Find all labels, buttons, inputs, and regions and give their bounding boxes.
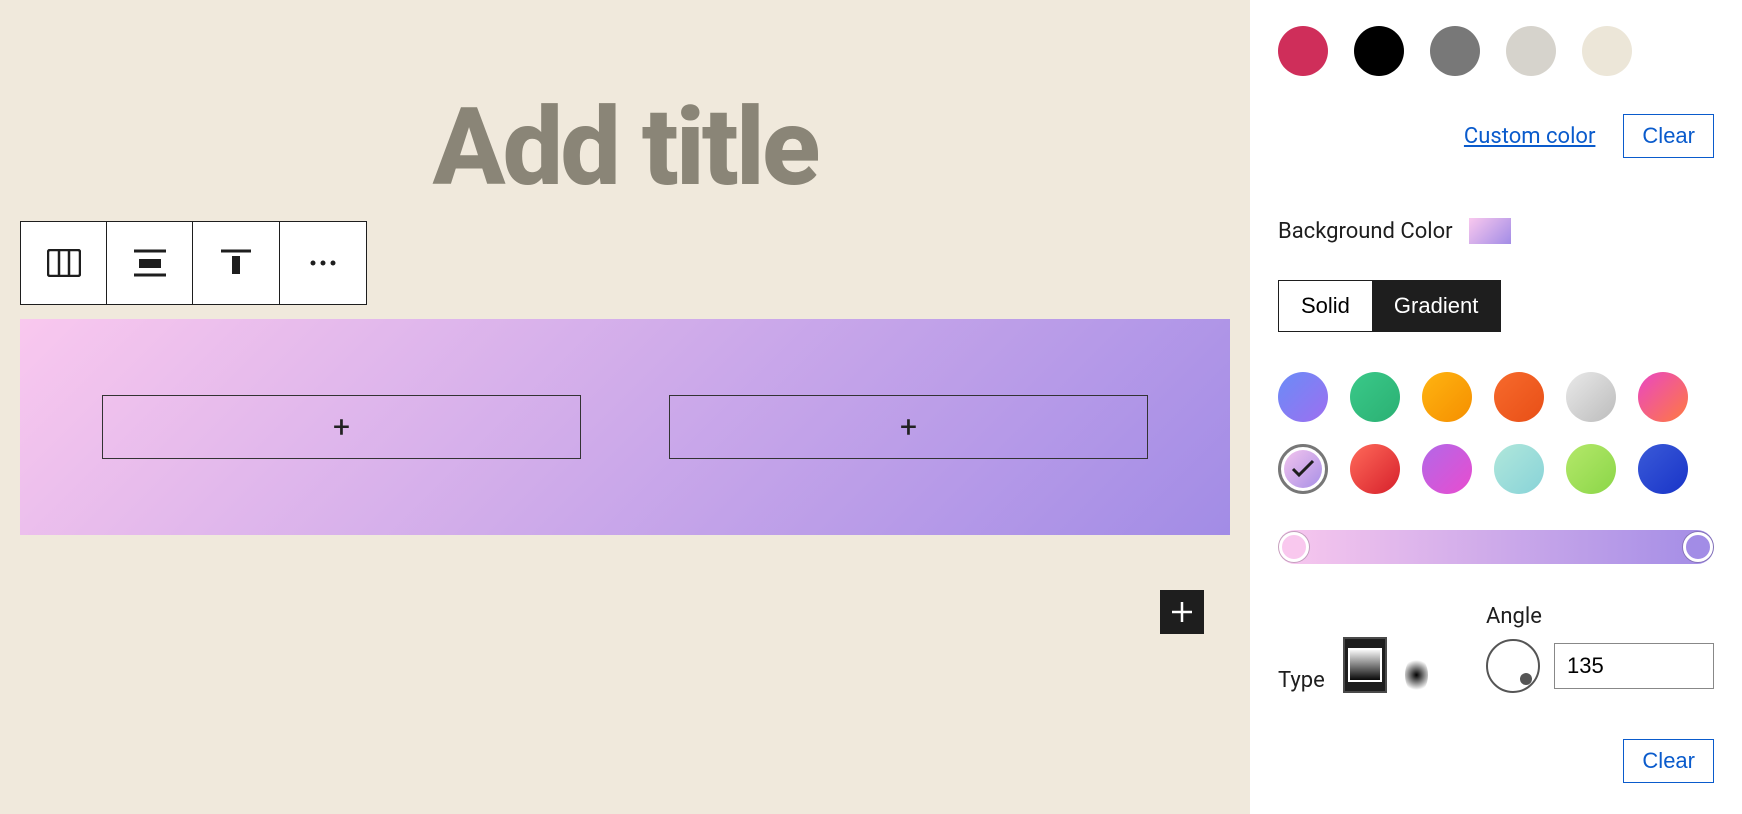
gradient-type-radial-button[interactable]: [1405, 657, 1428, 693]
angle-input[interactable]: [1554, 643, 1714, 689]
gradient-angle-label: Angle: [1486, 604, 1714, 629]
text-color-swatches: [1278, 26, 1714, 76]
toolbar-vertical-align-button[interactable]: [192, 221, 280, 305]
more-icon: [310, 260, 336, 266]
gradient-preset-green[interactable]: [1350, 372, 1400, 422]
gradient-preset-blue[interactable]: [1638, 444, 1688, 494]
toolbar-more-button[interactable]: [279, 221, 367, 305]
gradient-preset-violet-magenta[interactable]: [1422, 444, 1472, 494]
gradient-stop-start[interactable]: [1279, 532, 1309, 562]
gradient-preset-orange[interactable]: [1422, 372, 1472, 422]
columns-block[interactable]: + +: [20, 319, 1230, 535]
text-swatch-vivid-red[interactable]: [1278, 26, 1328, 76]
segment-gradient[interactable]: Gradient: [1372, 281, 1500, 331]
gradient-stop-end[interactable]: [1683, 532, 1713, 562]
align-center-icon: [134, 248, 166, 278]
gradient-preset-silver[interactable]: [1566, 372, 1616, 422]
gradient-preset-teal-mint[interactable]: [1494, 444, 1544, 494]
gradient-preset-red-orange[interactable]: [1494, 372, 1544, 422]
gradient-preset-pink-purple-selected[interactable]: [1278, 444, 1328, 494]
gradient-type-label: Type: [1278, 668, 1325, 693]
toolbar-columns-button[interactable]: [20, 221, 108, 305]
gradient-preset-lime[interactable]: [1566, 444, 1616, 494]
background-color-label: Background Color: [1278, 219, 1453, 244]
angle-dial-indicator: [1520, 673, 1532, 685]
color-mode-segmented-control: Solid Gradient: [1278, 280, 1501, 332]
column-placeholder-2[interactable]: +: [669, 395, 1148, 459]
text-swatch-off-white[interactable]: [1582, 26, 1632, 76]
align-top-icon: [221, 248, 251, 278]
linear-gradient-icon: [1345, 645, 1385, 685]
gradient-preset-magenta-orange[interactable]: [1638, 372, 1688, 422]
gradient-type-linear-button[interactable]: [1343, 637, 1387, 693]
text-swatch-light-gray[interactable]: [1506, 26, 1556, 76]
block-toolbar: [20, 221, 1230, 305]
text-swatch-black[interactable]: [1354, 26, 1404, 76]
text-swatch-gray[interactable]: [1430, 26, 1480, 76]
custom-color-link[interactable]: Custom color: [1464, 124, 1596, 149]
toolbar-align-button[interactable]: [106, 221, 194, 305]
plus-icon: [1171, 601, 1193, 623]
gradient-preset-grid: [1278, 372, 1718, 494]
segment-solid[interactable]: Solid: [1279, 281, 1372, 331]
gradient-preset-blue-purple[interactable]: [1278, 372, 1328, 422]
column-placeholder-1[interactable]: +: [102, 395, 581, 459]
angle-dial[interactable]: [1486, 639, 1540, 693]
columns-icon: [47, 249, 81, 277]
checkmark-icon: [1291, 459, 1315, 479]
post-title-placeholder[interactable]: Add title: [20, 85, 1230, 211]
gradient-slider[interactable]: [1278, 530, 1714, 564]
editor-canvas: Add title + +: [0, 0, 1250, 814]
gradient-preset-red[interactable]: [1350, 444, 1400, 494]
clear-background-button[interactable]: Clear: [1623, 739, 1714, 783]
background-color-preview: [1469, 218, 1511, 244]
clear-text-color-button[interactable]: Clear: [1623, 114, 1714, 158]
settings-sidebar: Custom color Clear Background Color Soli…: [1250, 0, 1742, 814]
add-block-button[interactable]: [1160, 590, 1204, 634]
